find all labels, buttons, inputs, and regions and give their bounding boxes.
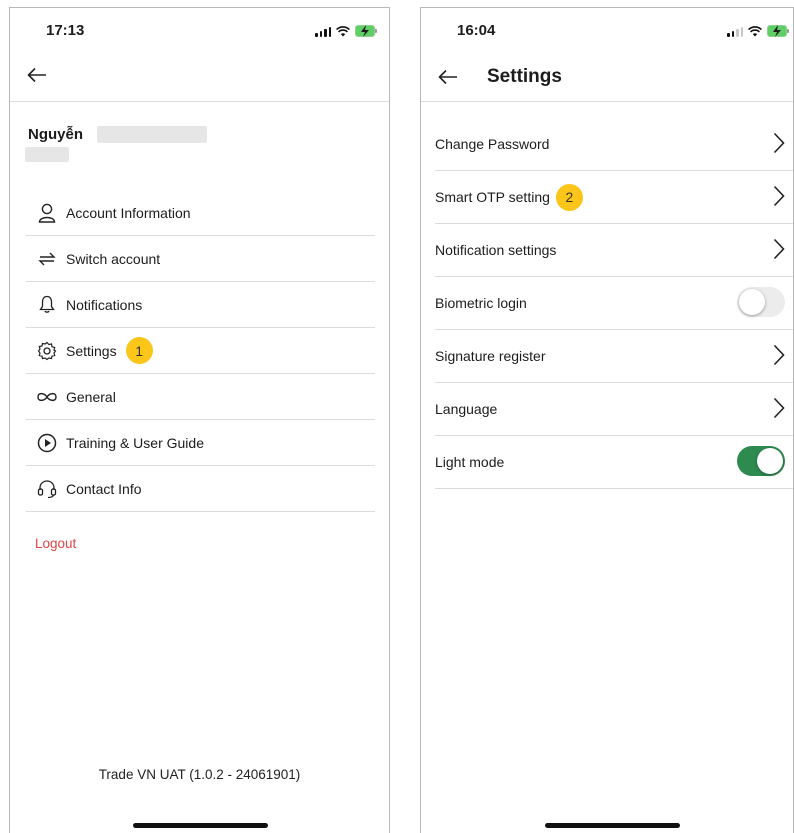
infinity-icon [36, 386, 58, 408]
settings-item-light-mode: Light mode [435, 436, 793, 489]
menu-item-label: Contact Info [66, 480, 142, 497]
settings-item-notification-settings[interactable]: Notification settings [435, 224, 793, 277]
settings-item-signature-register[interactable]: Signature register [435, 330, 793, 383]
menu-item-account-information[interactable]: Account Information [26, 190, 375, 236]
home-indicator [133, 823, 268, 828]
biometric-login-toggle[interactable] [737, 287, 785, 317]
chevron-right-icon [773, 238, 785, 260]
signal-icon [315, 27, 331, 37]
step-1-badge: 1 [125, 337, 153, 364]
user-icon [36, 202, 58, 224]
home-indicator [545, 823, 680, 828]
settings-item-change-password[interactable]: Change Password [435, 118, 793, 171]
menu-item-label: Training & User Guide [66, 434, 204, 451]
settings-list: Change Password Smart OTP setting 2 Noti… [435, 118, 793, 489]
settings-item-label: Notification settings [435, 242, 557, 258]
user-name: Nguyễn [28, 126, 84, 143]
menu-item-label: General [66, 388, 116, 405]
back-arrow-icon[interactable] [27, 65, 47, 87]
settings-item-language[interactable]: Language [435, 383, 793, 436]
battery-charging-icon [355, 25, 377, 37]
toggle-knob [757, 448, 783, 474]
status-time: 17:13 [46, 22, 85, 39]
step-2-badge: 2 [555, 183, 583, 211]
menu-item-settings[interactable]: Settings 1 [26, 328, 375, 374]
menu-item-notifications[interactable]: Notifications [26, 282, 375, 328]
battery-charging-icon [767, 25, 789, 37]
menu-item-general[interactable]: General [26, 374, 375, 420]
logout-button[interactable]: Logout [35, 536, 76, 551]
settings-item-label: Biometric login [435, 295, 527, 311]
redacted-id-block [25, 147, 69, 162]
app-version-label: Trade VN UAT (1.0.2 - 24061901) [98, 767, 301, 782]
status-icons [315, 25, 377, 37]
status-time: 16:04 [457, 22, 496, 39]
settings-screen: 16:04 Settings Change Password Smart OTP… [420, 7, 794, 833]
settings-item-label: Signature register [435, 348, 546, 364]
bell-icon [36, 294, 58, 316]
status-icons [727, 25, 789, 37]
menu-item-label: Switch account [66, 250, 161, 267]
redacted-name-block [97, 126, 207, 143]
status-bar: 17:13 [10, 8, 389, 48]
menu-item-label: Settings [66, 342, 117, 359]
chevron-right-icon [773, 132, 785, 154]
settings-item-smart-otp[interactable]: Smart OTP setting 2 [435, 171, 793, 224]
settings-item-biometric-login: Biometric login [435, 277, 793, 330]
menu-item-training-user-guide[interactable]: Training & User Guide [26, 420, 375, 466]
settings-item-label: Smart OTP setting [435, 189, 550, 205]
status-bar: 16:04 [421, 8, 793, 48]
menu-item-switch-account[interactable]: Switch account [26, 236, 375, 282]
signal-icon [727, 27, 743, 37]
light-mode-toggle[interactable] [737, 446, 785, 476]
menu-item-contact-info[interactable]: Contact Info [26, 466, 375, 512]
chevron-right-icon [773, 185, 785, 207]
toggle-knob [739, 289, 765, 315]
gear-icon [36, 340, 58, 362]
wifi-icon [336, 26, 350, 37]
settings-item-label: Change Password [435, 136, 550, 152]
back-arrow-icon[interactable] [438, 67, 458, 89]
menu-item-label: Account Information [66, 204, 191, 221]
account-menu-screen: 17:13 Nguyễn Account Information Switch … [9, 7, 390, 833]
menu-item-label: Notifications [66, 296, 143, 313]
switch-icon [36, 248, 58, 270]
account-menu: Account Information Switch account Notif… [26, 190, 375, 512]
settings-item-label: Language [435, 401, 498, 417]
chevron-right-icon [773, 344, 785, 366]
header-divider [10, 101, 389, 102]
header-divider [421, 101, 793, 102]
chevron-right-icon [773, 397, 785, 419]
wifi-icon [748, 26, 762, 37]
page-title: Settings [487, 66, 562, 87]
play-circle-icon [36, 432, 58, 454]
headset-icon [36, 478, 58, 500]
settings-item-label: Light mode [435, 454, 505, 470]
